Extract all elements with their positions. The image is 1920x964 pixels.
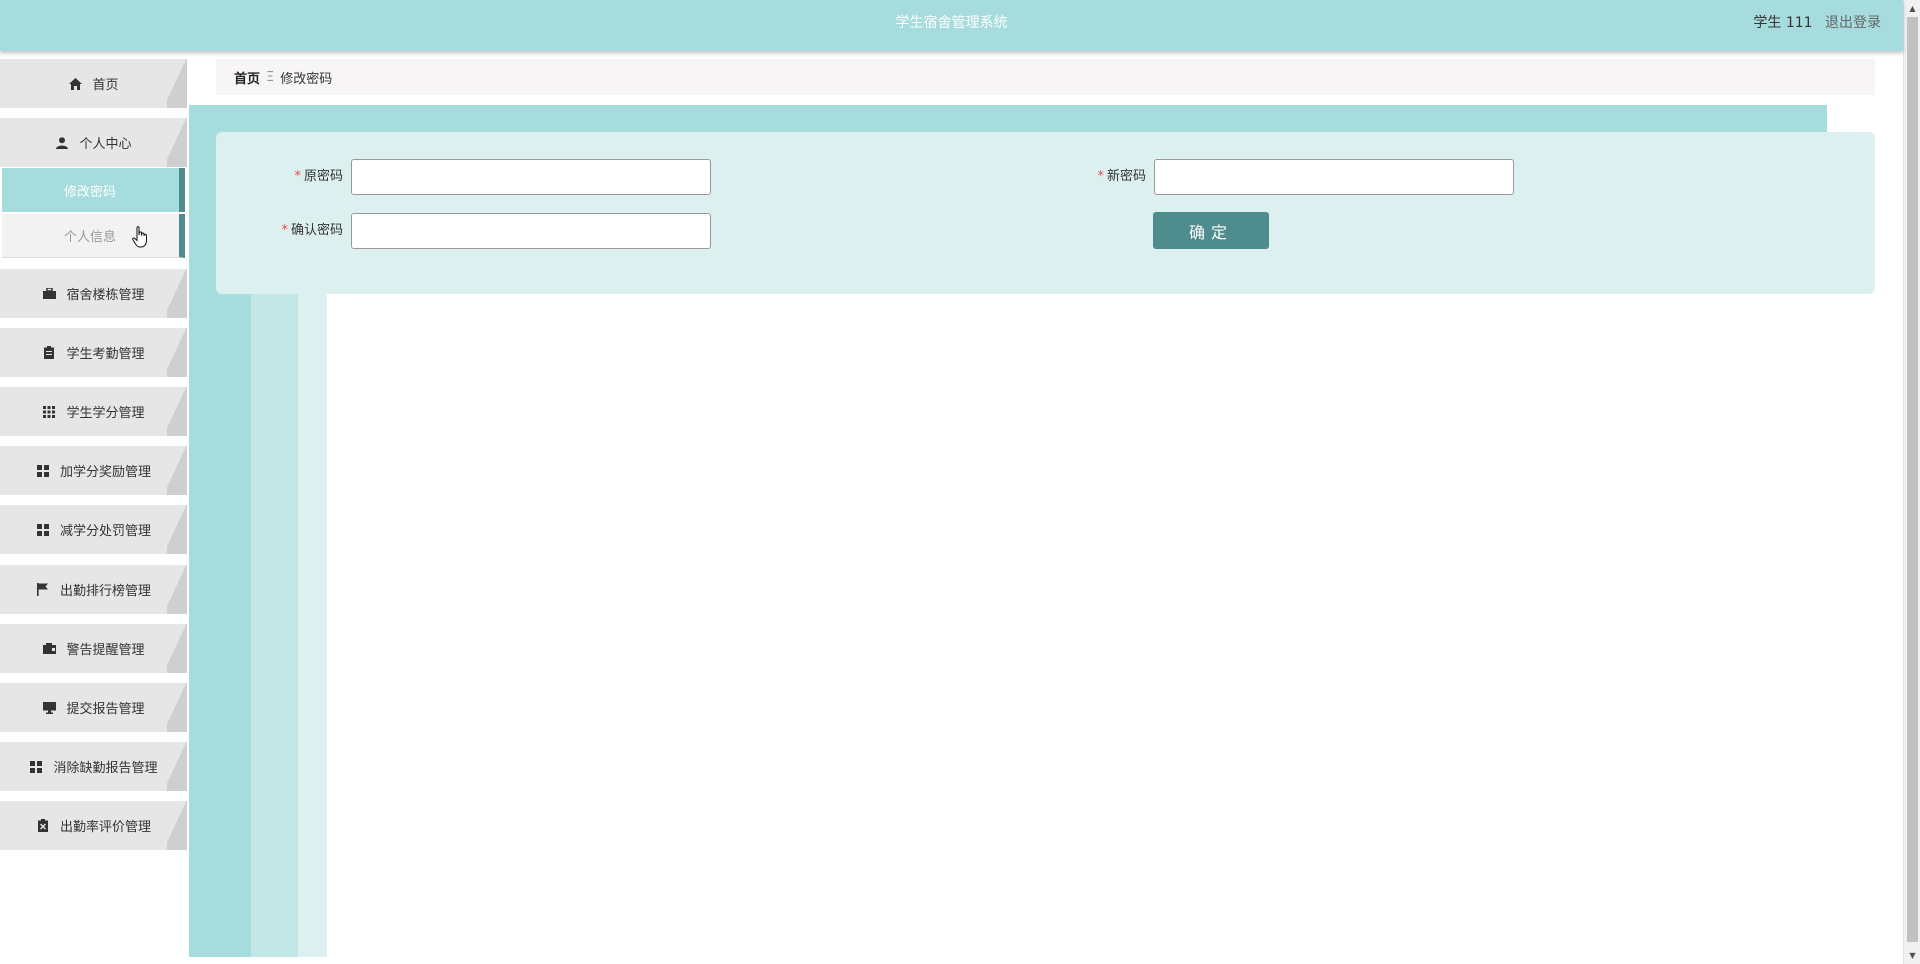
main-bg-stripe [298,290,327,957]
submenu-item-personal-info[interactable]: 个人信息 [2,214,185,258]
briefcase-icon [42,287,56,301]
user-icon [55,136,69,150]
label-text: 确认密码 [290,223,343,238]
confirm-button[interactable]: 确定 [1153,212,1269,249]
sidebar-item-label: 提交报告管理 [66,702,145,717]
sidebar-item-label: 减学分处罚管理 [59,524,151,539]
submenu-label: 个人信息 [63,230,116,245]
breadcrumb-home[interactable]: 首页 [234,68,260,87]
sidebar-item-label: 学生考勤管理 [66,347,145,362]
monitor-icon [42,701,56,715]
sidebar-item-label: 出勤排行榜管理 [59,584,151,599]
required-mark: * [281,223,288,238]
sidebar-item-label: 加学分奖励管理 [59,465,151,480]
new-password-label: * 新密码 [1073,159,1146,195]
sidebar-item-attendance[interactable]: 学生考勤管理 [0,328,187,377]
required-mark: * [1097,169,1104,184]
sidebar-item-home[interactable]: 首页 [0,59,187,108]
main-bg-stripe [251,290,298,957]
clipboard-icon [42,346,56,360]
sidebar-item-label: 警告提醒管理 [66,643,145,658]
user-area: 学生 111 退出登录 [1745,0,1881,47]
sidebar-item-bonus-credits[interactable]: 加学分奖励管理 [0,446,187,495]
page-scrollbar[interactable]: ▲ ▼ [1903,0,1920,964]
hand-cursor-icon [132,226,148,253]
sidebar-item-label: 个人中心 [79,137,132,152]
sidebar-item-personal-center[interactable]: 个人中心 [0,118,187,167]
sidebar-item-warnings[interactable]: 警告提醒管理 [0,624,187,673]
submenu-item-change-password[interactable]: 修改密码 [2,168,185,212]
sidebar-item-label: 首页 [92,78,119,93]
app-title: 学生宿舍管理系统 [895,15,1008,31]
personal-center-submenu: 修改密码 个人信息 [2,168,185,259]
logout-link[interactable]: 退出登录 [1825,15,1881,31]
scrollbar-thumb[interactable] [1907,17,1918,942]
confirm-password-input[interactable] [351,213,711,249]
label-text: 原密码 [303,169,343,184]
flag-icon [36,583,50,597]
top-header: 学生宿舍管理系统 学生 111 退出登录 [0,0,1903,51]
old-password-label: * 原密码 [270,159,343,195]
sidebar-item-penalty-credits[interactable]: 减学分处罚管理 [0,505,187,554]
username-label: 学生 111 [1753,15,1813,31]
new-password-input[interactable] [1154,159,1514,195]
scroll-down-icon[interactable]: ▼ [1904,947,1920,964]
submenu-label: 修改密码 [63,184,116,200]
sidebar-item-credits[interactable]: 学生学分管理 [0,387,187,436]
content-area [327,294,1882,957]
breadcrumb: 首页 Ξ 修改密码 [216,59,1875,95]
sidebar-item-absence-clear[interactable]: 消除缺勤报告管理 [0,742,187,791]
scroll-up-icon[interactable]: ▲ [1904,0,1920,17]
home-icon [68,77,82,91]
apps-icon [36,464,50,478]
label-text: 新密码 [1106,169,1146,184]
sidebar: 首页 个人中心 修改密码 个人信息 宿舍楼栋管理 学生考勤管理 学生学分管理 加… [0,51,189,964]
sidebar-item-dorm-building[interactable]: 宿舍楼栋管理 [0,269,187,318]
apps-icon [36,523,50,537]
required-mark: * [294,169,301,184]
clipboard-x-icon [36,819,50,833]
sidebar-item-attendance-rating[interactable]: 出勤率评价管理 [0,801,187,850]
sidebar-item-label: 宿舍楼栋管理 [66,288,145,303]
wallet-icon [42,642,56,656]
apps-icon [29,760,43,774]
sidebar-item-reports[interactable]: 提交报告管理 [0,683,187,732]
breadcrumb-current: 修改密码 [280,71,333,87]
breadcrumb-separator: Ξ [266,69,275,85]
sidebar-item-label: 学生学分管理 [66,406,145,421]
grid-icon [42,405,56,419]
sidebar-item-label: 出勤率评价管理 [59,820,151,835]
old-password-input[interactable] [351,159,711,195]
sidebar-item-attendance-ranking[interactable]: 出勤排行榜管理 [0,565,187,614]
sidebar-item-label: 消除缺勤报告管理 [53,761,158,776]
confirm-password-label: * 确认密码 [260,213,343,249]
